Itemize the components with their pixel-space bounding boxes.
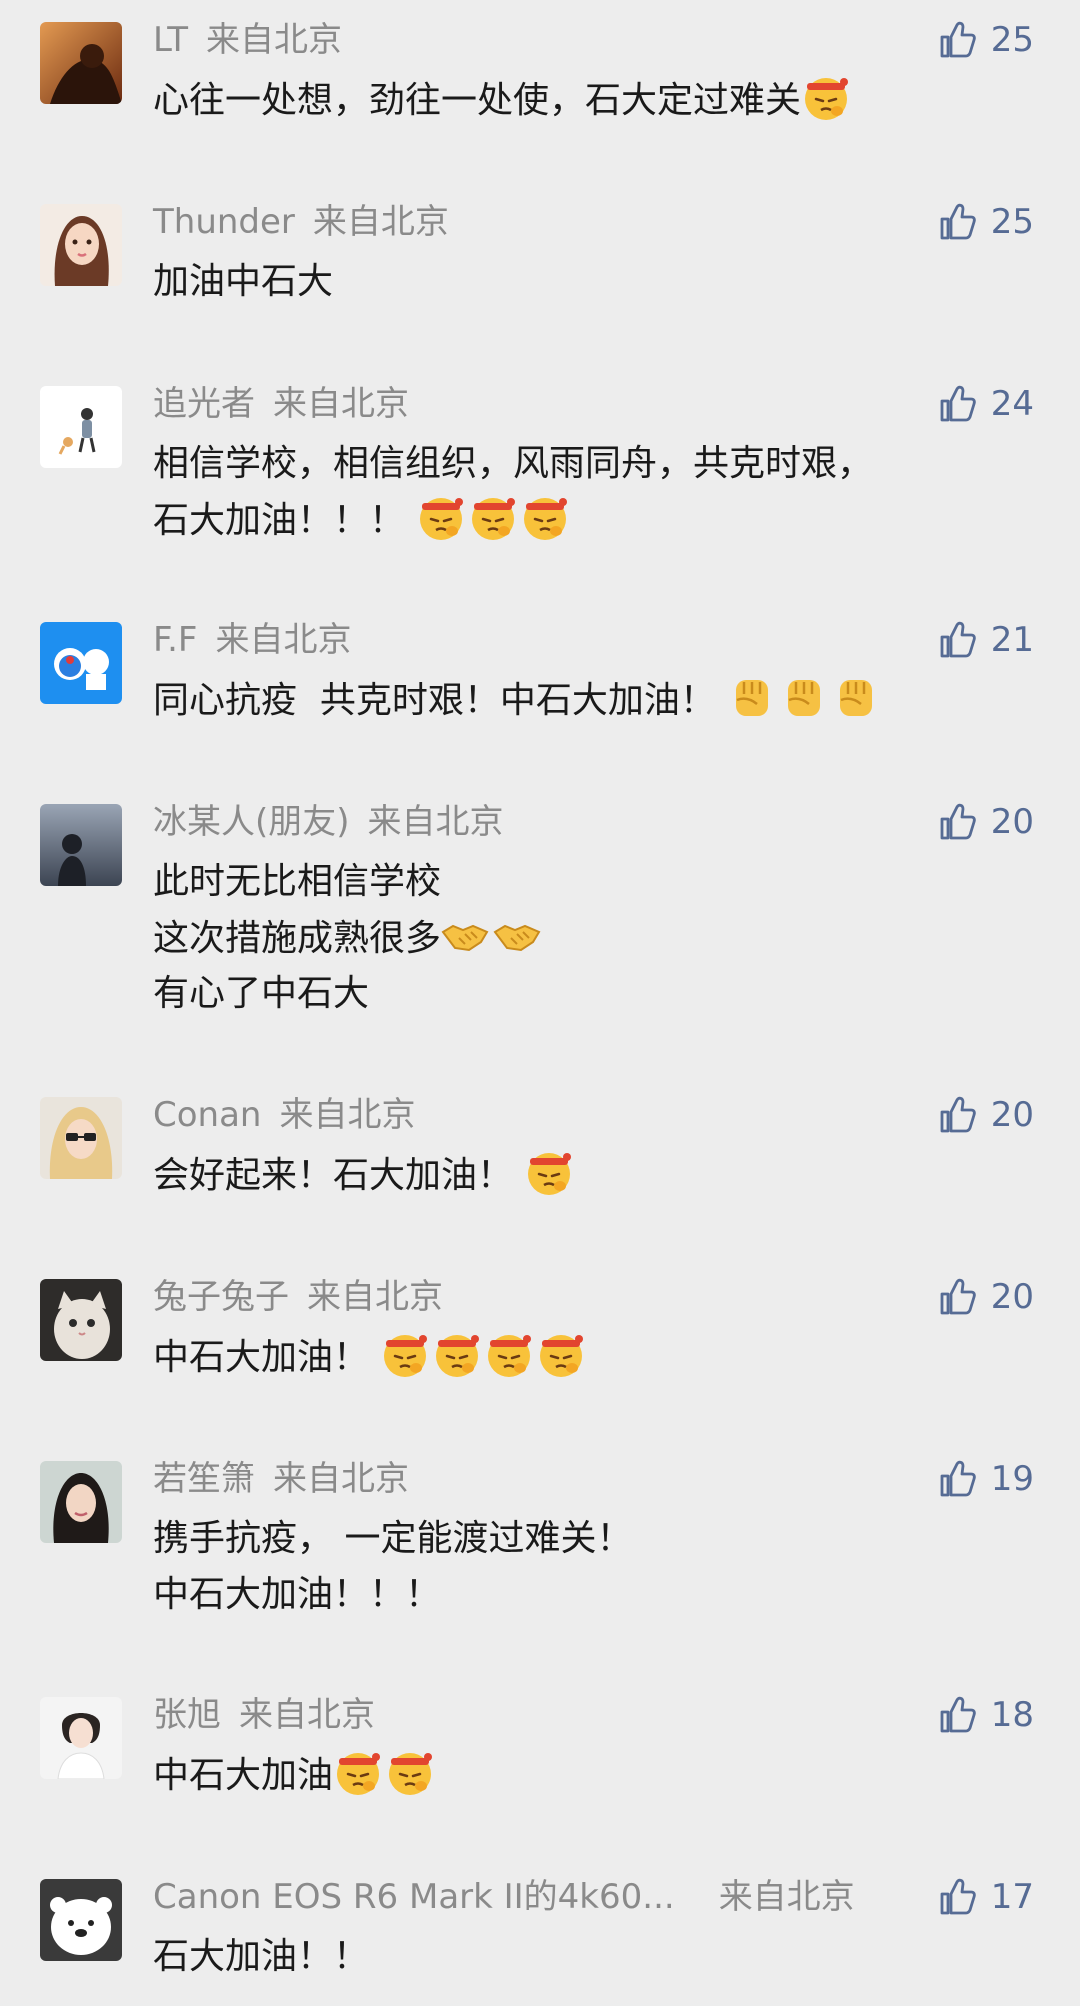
like-count: 17 — [990, 1877, 1034, 1917]
comment-meta: 若笙箫 来自北京 — [153, 1457, 409, 1501]
thumbs-up-icon — [940, 1696, 976, 1733]
comment-text: 石大加油！！ — [153, 1936, 370, 1977]
like-count: 18 — [990, 1695, 1034, 1735]
like-count: 20 — [990, 802, 1034, 842]
comment-text: 中石大加油 — [153, 1747, 437, 1803]
avatar[interactable] — [40, 1461, 122, 1543]
location: 来自北京 — [718, 1877, 855, 1917]
location: 来自北京 — [206, 20, 343, 60]
handshake-emoji-icon — [493, 910, 543, 960]
handshake-emoji-icon — [441, 910, 491, 960]
comment-meta: Thunder 来自北京 — [153, 200, 449, 244]
username[interactable]: 冰某人(朋友) — [153, 802, 350, 842]
location: 来自北京 — [273, 1459, 409, 1499]
comment-meta: Conan 来自北京 — [153, 1093, 415, 1137]
avatar[interactable] — [40, 204, 122, 286]
comment-text: 中石大加油！ — [153, 1329, 588, 1385]
location: 来自北京 — [239, 1695, 375, 1735]
avatar[interactable] — [40, 804, 122, 886]
username[interactable]: F.F — [153, 620, 197, 660]
fist-emoji-icon — [779, 672, 829, 722]
thumbs-up-icon — [940, 1460, 976, 1497]
comment-meta: F.F 来自北京 — [153, 618, 351, 662]
comment-meta: LT 来自北京 — [153, 18, 342, 62]
username[interactable]: 追光者 — [153, 384, 255, 424]
location: 来自北京 — [307, 1277, 443, 1317]
like-count: 25 — [990, 202, 1034, 242]
avatar[interactable] — [40, 1279, 122, 1361]
comment-text: 同心抗疫 共克时艰！中石大加油！ — [153, 672, 883, 728]
headband-emoji-icon — [524, 1147, 574, 1197]
comment-text: 此时无比相信学校 这次措施成熟很多 有心了中石大 — [153, 854, 545, 1022]
like-count: 19 — [990, 1459, 1034, 1499]
comment-meta: Canon EOS R6 Mark II的4k60... 来自北京 — [153, 1875, 855, 1919]
comment-meta: 冰某人(朋友) 来自北京 — [153, 800, 504, 844]
comment-text: 相信学校，相信组织，风雨同舟，共克时艰， 石大加油！！！ — [153, 443, 874, 542]
headband-emoji-icon — [416, 492, 466, 542]
avatar[interactable] — [40, 22, 122, 104]
comment-text: 会好起来！石大加油！ — [153, 1147, 576, 1203]
username[interactable]: 若笙箫 — [153, 1459, 255, 1499]
fist-emoji-icon — [831, 672, 881, 722]
avatar[interactable] — [40, 1697, 122, 1779]
headband-emoji-icon — [484, 1329, 534, 1379]
thumbs-up-icon — [940, 385, 976, 422]
thumbs-up-icon — [940, 21, 976, 58]
thumbs-up-icon — [940, 1878, 976, 1915]
comment-text: 携手抗疫， 一定能渡过难关！ 中石大加油！！！ — [153, 1518, 633, 1615]
location: 来自北京 — [215, 620, 352, 660]
headband-emoji-icon — [801, 72, 851, 122]
headband-emoji-icon — [520, 492, 570, 542]
thumbs-up-icon — [940, 1278, 976, 1315]
headband-emoji-icon — [468, 492, 518, 542]
like-count: 20 — [990, 1277, 1034, 1317]
like-button[interactable]: 21 — [937, 618, 1034, 662]
username[interactable]: LT — [153, 20, 188, 60]
username[interactable]: 张旭 — [153, 1695, 221, 1735]
thumbs-up-icon — [940, 803, 976, 840]
like-button[interactable]: 17 — [937, 1875, 1034, 1919]
like-button[interactable]: 20 — [937, 1275, 1034, 1319]
location: 来自北京 — [367, 802, 504, 842]
headband-emoji-icon — [333, 1747, 383, 1797]
comment-text: 心往一处想，劲往一处使，石大定过难关 — [153, 72, 853, 128]
headband-emoji-icon — [432, 1329, 482, 1379]
headband-emoji-icon — [536, 1329, 586, 1379]
like-count: 25 — [990, 20, 1034, 60]
like-count: 20 — [990, 1095, 1034, 1135]
like-button[interactable]: 25 — [937, 18, 1034, 62]
like-button[interactable]: 24 — [937, 382, 1034, 426]
username[interactable]: Canon EOS R6 Mark II的4k60... — [153, 1877, 675, 1917]
like-count: 24 — [990, 384, 1034, 424]
like-button[interactable]: 18 — [937, 1693, 1034, 1737]
location: 来自北京 — [273, 384, 409, 424]
location: 来自北京 — [279, 1095, 416, 1135]
like-count: 21 — [990, 620, 1034, 660]
fist-emoji-icon — [727, 672, 777, 722]
username[interactable]: Conan — [153, 1095, 261, 1135]
location: 来自北京 — [312, 202, 449, 242]
comment-meta: 追光者 来自北京 — [153, 382, 409, 426]
like-button[interactable]: 19 — [937, 1457, 1034, 1501]
thumbs-up-icon — [940, 1096, 976, 1133]
avatar[interactable] — [40, 1097, 122, 1179]
thumbs-up-icon — [940, 621, 976, 658]
like-button[interactable]: 20 — [937, 1093, 1034, 1137]
comment-text: 加油中石大 — [153, 261, 334, 302]
thumbs-up-icon — [940, 203, 976, 240]
username[interactable]: 兔子兔子 — [153, 1277, 289, 1317]
avatar[interactable] — [40, 622, 122, 704]
like-button[interactable]: 25 — [937, 200, 1034, 244]
headband-emoji-icon — [385, 1747, 435, 1797]
comment-meta: 张旭 来自北京 — [153, 1693, 375, 1737]
username[interactable]: Thunder — [153, 202, 295, 242]
avatar[interactable] — [40, 386, 122, 468]
comment-meta: 兔子兔子 来自北京 — [153, 1275, 443, 1319]
avatar[interactable] — [40, 1879, 122, 1961]
like-button[interactable]: 20 — [937, 800, 1034, 844]
headband-emoji-icon — [380, 1329, 430, 1379]
